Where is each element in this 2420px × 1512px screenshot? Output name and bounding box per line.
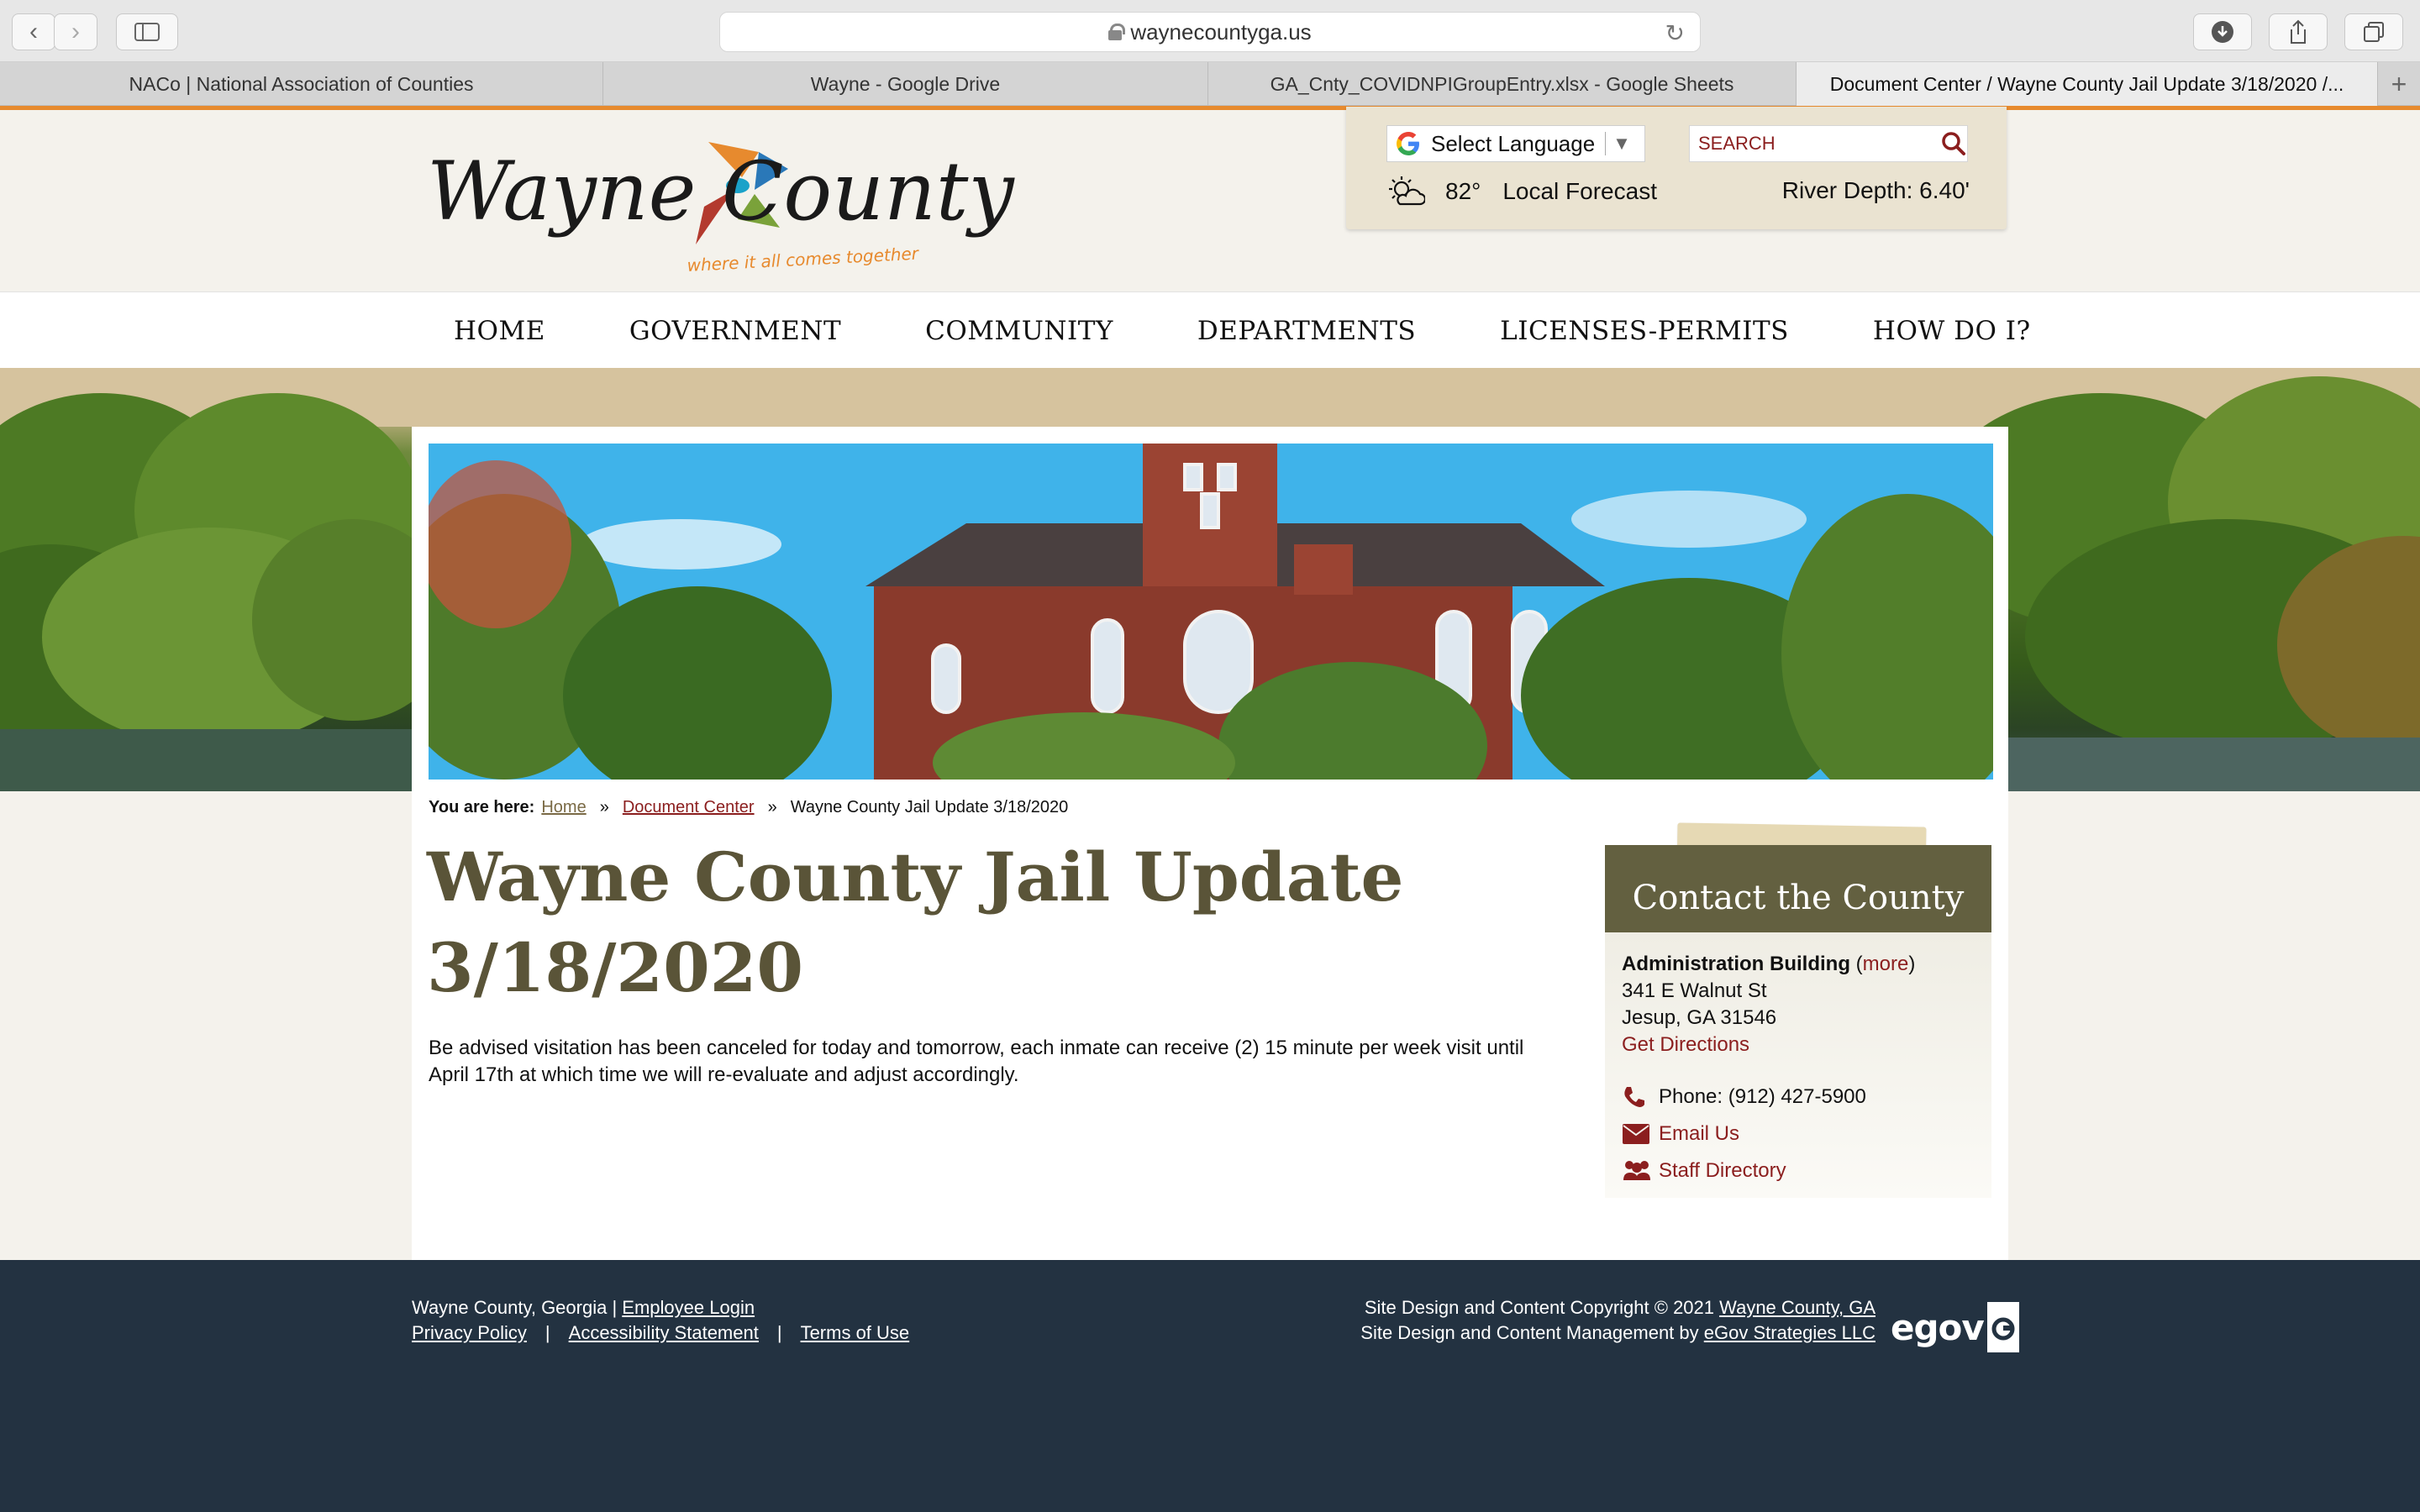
reload-icon[interactable]: ↻	[1665, 19, 1685, 47]
egov-mark-icon	[1986, 1302, 2019, 1352]
privacy-policy-link[interactable]: Privacy Policy	[412, 1322, 527, 1343]
browser-tab[interactable]: NACo | National Association of Counties	[0, 62, 603, 106]
staff-row: Staff Directory	[1622, 1158, 1975, 1184]
phone-icon	[1622, 1084, 1652, 1110]
url-text: waynecountyga.us	[1130, 18, 1312, 45]
nav-item-home[interactable]: HOME	[454, 316, 545, 346]
phone-number[interactable]: Phone: (912) 427-5900	[1659, 1084, 1866, 1110]
new-tab-button[interactable]: +	[2378, 62, 2420, 106]
chevron-right-icon: ›	[71, 18, 80, 45]
site-header: Wayne County where it all comes together…	[0, 107, 2420, 291]
logo-text: Wayne County	[427, 144, 1015, 239]
breadcrumb-document-center-link[interactable]: Document Center	[623, 798, 755, 817]
accessibility-link[interactable]: Accessibility Statement	[569, 1322, 759, 1343]
sidebar-icon	[134, 23, 160, 41]
courthouse-banner-image	[429, 444, 1993, 780]
footer-county: Wayne County, Georgia |	[412, 1297, 618, 1318]
nav-item-departments[interactable]: DEPARTMENTS	[1197, 316, 1416, 346]
more-link[interactable]: more	[1863, 953, 1909, 975]
breadcrumb-current: Wayne County Jail Update 3/18/2020	[790, 798, 1069, 816]
nav-item-how-do-i[interactable]: HOW DO I?	[1873, 316, 2031, 346]
nav-item-licenses-permits[interactable]: LICENSES-PERMITS	[1500, 316, 1789, 346]
email-row: Email Us	[1622, 1121, 1975, 1147]
utility-panel: Select Language ▼ 82° Local Forecast Riv…	[1346, 107, 2007, 229]
temperature: 82°	[1445, 178, 1481, 204]
forward-button[interactable]: ›	[54, 13, 97, 50]
street-address: 341 E Walnut St	[1622, 979, 1767, 1002]
logo-tagline: where it all comes together	[687, 244, 920, 276]
language-select[interactable]: Select Language ▼	[1386, 125, 1645, 162]
terms-of-use-link[interactable]: Terms of Use	[801, 1322, 910, 1343]
footer-copyright: Site Design and Content Copyright © 2021…	[1360, 1297, 1876, 1343]
people-icon	[1622, 1158, 1652, 1184]
employee-login-link[interactable]: Employee Login	[622, 1297, 755, 1318]
tab-overview-button[interactable]	[2344, 13, 2403, 50]
browser-tab[interactable]: GA_Cnty_COVIDNPIGroupEntry.xlsx - Google…	[1208, 62, 1797, 106]
divider	[1605, 132, 1607, 155]
page-title: Wayne County Jail Update 3/18/2020	[427, 837, 1404, 1007]
forecast-link[interactable]: Local Forecast	[1502, 178, 1657, 205]
city-address: Jesup, GA 31546	[1622, 1006, 1777, 1029]
breadcrumb-separator: »	[599, 798, 609, 816]
wayne-county-link[interactable]: Wayne County, GA	[1719, 1297, 1876, 1318]
caret-down-icon: ▼	[1612, 133, 1631, 154]
sidebar-toggle-button[interactable]	[116, 13, 178, 50]
chevron-left-icon: ‹	[29, 18, 38, 45]
browser-tab-active[interactable]: Document Center / Wayne County Jail Upda…	[1797, 62, 2378, 106]
search-icon[interactable]	[1940, 125, 1967, 162]
back-button[interactable]: ‹	[12, 13, 55, 50]
tab-strip: NACo | National Association of Counties …	[0, 62, 2420, 106]
breadcrumb-label: You are here:	[429, 798, 535, 816]
egov-link[interactable]: eGov Strategies LLC	[1704, 1322, 1876, 1343]
river-depth[interactable]: River Depth: 6.40'	[1782, 177, 1970, 204]
egov-logo[interactable]: egov	[1891, 1302, 2019, 1352]
share-icon	[2291, 19, 2306, 44]
nav-item-government[interactable]: GOVERNMENT	[629, 316, 841, 346]
partly-cloudy-icon	[1389, 176, 1425, 206]
logo-star-icon: Wayne County where it all comes together	[427, 142, 1015, 276]
lock-icon	[1108, 24, 1126, 40]
building-name: Administration Building	[1622, 953, 1850, 975]
breadcrumb: You are here: Home » Document Center » W…	[429, 798, 1068, 817]
egov-logo-text: egov	[1891, 1306, 1985, 1348]
google-g-icon	[1397, 132, 1419, 155]
downloads-button[interactable]	[2193, 13, 2252, 50]
breadcrumb-home-link[interactable]: Home	[541, 798, 586, 817]
main-nav: HOME GOVERNMENT COMMUNITY DEPARTMENTS LI…	[0, 291, 2420, 368]
browser-tab[interactable]: Wayne - Google Drive	[603, 62, 1208, 106]
breadcrumb-separator: »	[767, 798, 777, 816]
search-box	[1689, 125, 1968, 162]
search-input[interactable]	[1690, 127, 1940, 160]
article-body: Be advised visitation has been canceled …	[429, 1037, 1524, 1086]
weather-widget[interactable]: 82° Local Forecast	[1386, 176, 1657, 207]
email-link[interactable]: Email Us	[1659, 1121, 1739, 1147]
phone-row: Phone: (912) 427-5900	[1622, 1084, 1975, 1110]
download-icon	[2212, 21, 2233, 43]
footer-links: Wayne County, Georgia | Employee Login P…	[412, 1297, 910, 1343]
site-footer: Wayne County, Georgia | Employee Login P…	[0, 1260, 2420, 1512]
envelope-icon	[1622, 1121, 1652, 1147]
language-label: Select Language	[1431, 130, 1596, 156]
nav-item-community[interactable]: COMMUNITY	[925, 316, 1113, 346]
browser-toolbar: ‹ › waynecountyga.us ↻	[0, 0, 2420, 62]
address-bar[interactable]: waynecountyga.us ↻	[719, 12, 1701, 52]
share-button[interactable]	[2269, 13, 2328, 50]
get-directions-link[interactable]: Get Directions	[1622, 1032, 1975, 1058]
county-logo[interactable]: Wayne County where it all comes together	[427, 127, 1032, 282]
tabs-icon	[2364, 22, 2384, 42]
staff-directory-link[interactable]: Staff Directory	[1659, 1158, 1786, 1184]
contact-heading: Contact the County	[1605, 845, 1991, 932]
contact-panel: Administration Building (more) 341 E Wal…	[1605, 932, 1991, 1198]
